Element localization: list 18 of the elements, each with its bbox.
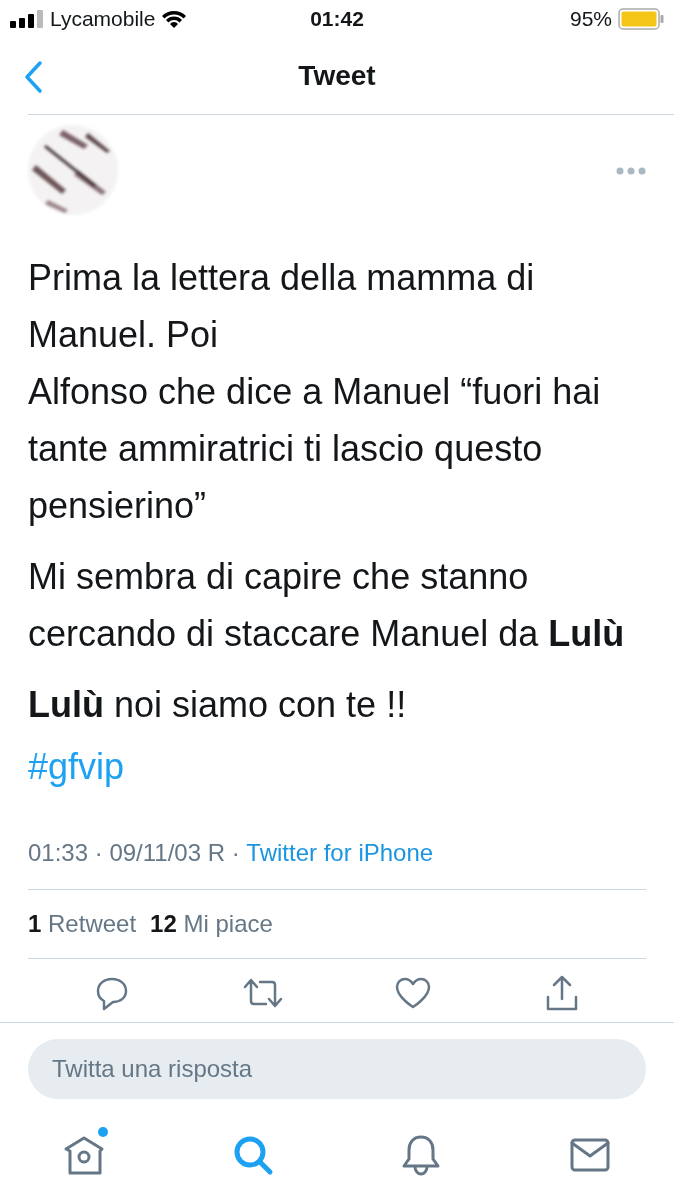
tweet-text: Prima la lettera della mamma di Manuel. Poi Alfonso che dice a Manuel “fuori hai tante ammiratrici ti lascio questo pensierino” (28, 256, 602, 528)
wifi-icon (161, 9, 188, 29)
reply-field[interactable]: Twitta una risposta (28, 1039, 646, 1099)
battery-icon (618, 8, 664, 30)
stat-count: 12 (150, 910, 177, 937)
hashtag-link[interactable]: #gfvip (28, 739, 125, 795)
battery-percentage: 95% (569, 7, 612, 31)
tweet-timestamp: 01:33 · 09/11/03 R · (28, 839, 241, 867)
carrier-name: Lycamobile (50, 7, 156, 31)
stat-count: 1 (28, 910, 42, 937)
notification-dot (98, 1127, 109, 1137)
stat-label[interactable]: Retweet (48, 910, 137, 937)
screen-title: Tweet (298, 60, 376, 91)
signal-icon (10, 10, 44, 28)
source-link[interactable]: Twitter for iPhone (246, 839, 434, 867)
clock-time: 01:42 (310, 7, 364, 30)
stat-label[interactable]: Mi piace (183, 910, 273, 937)
tweet-text: Lulù noi siamo con te !! (28, 683, 408, 727)
